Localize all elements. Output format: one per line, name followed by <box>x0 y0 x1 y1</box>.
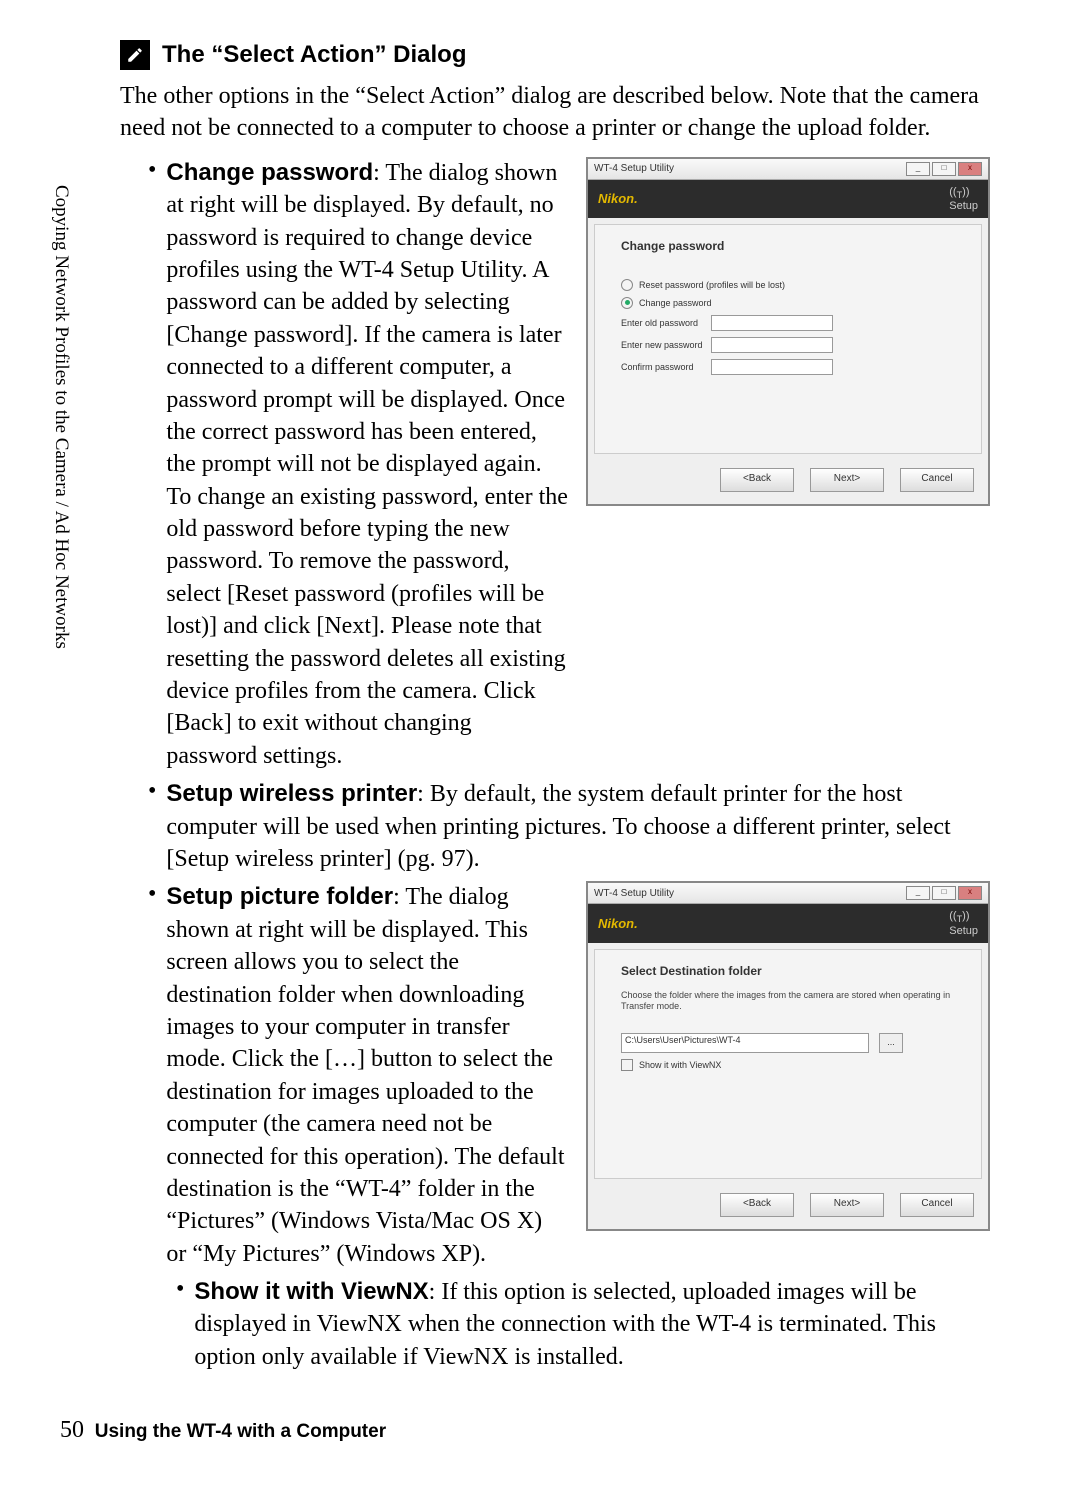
brand-label: Nikon. <box>598 916 638 931</box>
sidebar-running-head: Copying Network Profiles to the Camera /… <box>50 185 72 649</box>
confirm-password-input[interactable] <box>711 359 833 375</box>
old-password-field: Enter old password <box>621 315 955 331</box>
bullet-wireless-printer: • Setup wireless printer: By default, th… <box>120 778 990 875</box>
section-title: The “Select Action” Dialog <box>162 41 467 69</box>
next-button[interactable]: Next> <box>810 468 884 492</box>
bullet-picture-folder: • Setup picture folder: The dialog shown… <box>120 881 568 1270</box>
dialog-titlebar: WT-4 Setup Utility _ □ x <box>588 159 988 180</box>
dialog-window-title: WT-4 Setup Utility <box>594 163 674 174</box>
close-icon[interactable]: x <box>958 162 982 176</box>
close-icon[interactable]: x <box>958 886 982 900</box>
destination-path-input[interactable]: C:\Users\User\Pictures\WT-4 <box>621 1033 869 1053</box>
cancel-button[interactable]: Cancel <box>900 1193 974 1217</box>
dialog-heading: Change password <box>621 239 955 253</box>
setup-label: ((T))Setup <box>949 186 978 212</box>
intro-paragraph: The other options in the “Select Action”… <box>120 80 990 145</box>
bullet-viewnx: • Show it with ViewNX: If this option is… <box>120 1276 990 1373</box>
dialog-titlebar: WT-4 Setup Utility _ □ x <box>588 883 988 904</box>
page-footer: 50 Using the WT-4 with a Computer <box>60 1417 386 1444</box>
section-title-row: The “Select Action” Dialog <box>120 40 990 70</box>
change-password-dialog: WT-4 Setup Utility _ □ x Nikon. ((T))Set… <box>586 157 990 506</box>
dialog-heading: Select Destination folder <box>621 964 955 978</box>
dialog-window-title: WT-4 Setup Utility <box>594 888 674 899</box>
confirm-password-field: Confirm password <box>621 359 955 375</box>
dialog-instruction: Choose the folder where the images from … <box>621 990 955 1013</box>
back-button[interactable]: <Back <box>720 468 794 492</box>
footer-text: Using the WT-4 with a Computer <box>95 1421 386 1442</box>
select-destination-dialog: WT-4 Setup Utility _ □ x Nikon. ((T))Set… <box>586 881 990 1230</box>
page-number: 50 <box>60 1417 84 1443</box>
radio-change-password[interactable]: Change password <box>621 297 955 309</box>
pencil-icon <box>120 40 150 70</box>
brand-label: Nikon. <box>598 191 638 206</box>
setup-label: ((T))Setup <box>949 910 978 936</box>
maximize-icon[interactable]: □ <box>932 886 956 900</box>
minimize-icon[interactable]: _ <box>906 886 930 900</box>
old-password-input[interactable] <box>711 315 833 331</box>
maximize-icon[interactable]: □ <box>932 162 956 176</box>
bullet-change-password: • Change password: The dialog shown at r… <box>120 157 568 772</box>
minimize-icon[interactable]: _ <box>906 162 930 176</box>
cancel-button[interactable]: Cancel <box>900 468 974 492</box>
page: Copying Network Profiles to the Camera /… <box>0 0 1080 1486</box>
back-button[interactable]: <Back <box>720 1193 794 1217</box>
next-button[interactable]: Next> <box>810 1193 884 1217</box>
new-password-field: Enter new password <box>621 337 955 353</box>
checkbox-show-viewnx[interactable]: Show it with ViewNX <box>621 1059 955 1071</box>
browse-button[interactable]: ... <box>879 1033 903 1053</box>
new-password-input[interactable] <box>711 337 833 353</box>
radio-reset-password[interactable]: Reset password (profiles will be lost) <box>621 279 955 291</box>
